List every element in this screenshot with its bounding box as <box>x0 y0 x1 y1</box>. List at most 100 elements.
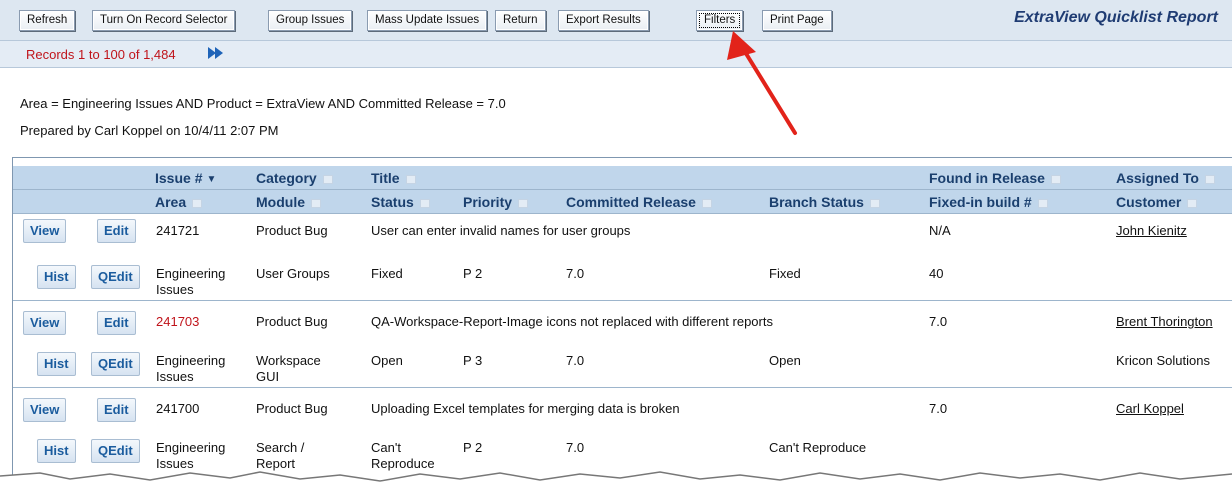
category-value: Product Bug <box>256 401 328 416</box>
issue-number[interactable]: 241703 <box>156 314 199 330</box>
col-branch-label: Branch Status <box>769 194 864 210</box>
group-issues-button[interactable]: Group Issues <box>268 10 353 31</box>
assigned-link[interactable]: Brent Thorington <box>1116 314 1213 330</box>
category-value: Product Bug <box>256 223 328 238</box>
sort-icon <box>405 174 416 184</box>
col-issue[interactable]: Issue # ▼ <box>155 170 216 186</box>
priority-value: P 3 <box>463 353 483 368</box>
filters-button[interactable]: Filters <box>696 10 744 31</box>
issue-record: View Edit 241700 Product Bug Uploading E… <box>13 388 1232 474</box>
toolbar: Refresh Turn On Record Selector Group Is… <box>0 0 1232 41</box>
module-value-l1: Search / <box>256 440 305 455</box>
col-priority-label: Priority <box>463 194 513 210</box>
col-issue-label: Issue # <box>155 170 203 186</box>
module-value-l2: GUI <box>256 369 280 384</box>
found-release-value: N/A <box>929 223 951 238</box>
title-value: QA-Workspace-Report-Image icons not repl… <box>371 314 773 329</box>
sort-icon <box>322 174 333 184</box>
refresh-button[interactable]: Refresh <box>19 10 76 31</box>
sort-icon <box>1037 198 1048 208</box>
record-selector-button[interactable]: Turn On Record Selector <box>92 10 236 31</box>
status-value: Open <box>371 353 403 368</box>
col-assigned[interactable]: Assigned To <box>1116 170 1215 186</box>
col-title[interactable]: Title <box>371 170 416 186</box>
hist-button[interactable]: Hist <box>37 439 76 463</box>
issue-number[interactable]: 241700 <box>156 401 199 417</box>
area-value-l1: Engineering <box>156 440 226 455</box>
col-assigned-label: Assigned To <box>1116 170 1199 186</box>
col-committed[interactable]: Committed Release <box>566 194 712 210</box>
committed-value: 7.0 <box>566 440 585 455</box>
view-button[interactable]: View <box>23 219 67 243</box>
hist-button[interactable]: Hist <box>37 265 76 289</box>
export-results-button[interactable]: Export Results <box>558 10 649 31</box>
qedit-button[interactable]: QEdit <box>91 352 140 376</box>
sort-icon <box>1050 174 1061 184</box>
col-category-label: Category <box>256 170 317 186</box>
records-count: Records 1 to 100 of 1,484 <box>26 47 176 62</box>
print-page-button[interactable]: Print Page <box>762 10 832 31</box>
col-status-label: Status <box>371 194 414 210</box>
committed-value: 7.0 <box>566 266 585 281</box>
report-title: ExtraView Quicklist Report <box>1014 9 1218 26</box>
col-fixed-build-label: Fixed-in build # <box>929 194 1032 210</box>
col-customer[interactable]: Customer <box>1116 194 1198 210</box>
issue-record: View Edit 241703 Product Bug QA-Workspac… <box>13 301 1232 388</box>
hist-button[interactable]: Hist <box>37 352 76 376</box>
col-customer-label: Customer <box>1116 194 1182 210</box>
col-fixed-build[interactable]: Fixed-in build # <box>929 194 1048 210</box>
priority-value: P 2 <box>463 266 483 281</box>
qedit-button[interactable]: QEdit <box>91 265 140 289</box>
priority-value: P 2 <box>463 440 483 455</box>
next-page-icon[interactable] <box>206 45 226 61</box>
module-value: User Groups <box>256 266 330 281</box>
edit-button[interactable]: Edit <box>97 398 136 422</box>
category-value: Product Bug <box>256 314 328 329</box>
issue-number[interactable]: 241721 <box>156 223 199 239</box>
header-row-2: Area Module Status Priority Committed Re… <box>13 190 1232 214</box>
edit-button[interactable]: Edit <box>97 219 136 243</box>
assigned-link[interactable]: Carl Koppel <box>1116 401 1184 417</box>
found-release-value: 7.0 <box>929 314 948 329</box>
issue-record: View Edit 241721 Product Bug User can en… <box>13 214 1232 301</box>
assigned-link[interactable]: John Kienitz <box>1116 223 1187 239</box>
area-value-l1: Engineering <box>156 266 226 281</box>
status-value: Fixed <box>371 266 403 281</box>
title-value: Uploading Excel templates for merging da… <box>371 401 680 416</box>
view-button[interactable]: View <box>23 311 67 335</box>
header-row-1: Issue # ▼ Category Title Found in Release… <box>13 166 1232 190</box>
col-found-label: Found in Release <box>929 170 1045 186</box>
sort-icon <box>1204 174 1215 184</box>
branch-status-value: Open <box>769 353 801 368</box>
module-value-l1: Workspace <box>256 353 321 368</box>
sort-icon <box>192 198 203 208</box>
fixed-build-value: 40 <box>929 266 944 281</box>
col-module[interactable]: Module <box>256 194 321 210</box>
return-button[interactable]: Return <box>495 10 546 31</box>
prepared-by: Prepared by Carl Koppel on 10/4/11 2:07 … <box>20 123 279 138</box>
col-category[interactable]: Category <box>256 170 333 186</box>
branch-status-value: Can't Reproduce <box>769 440 867 455</box>
col-status[interactable]: Status <box>371 194 430 210</box>
sort-desc-icon: ▼ <box>206 173 217 185</box>
mass-update-button[interactable]: Mass Update Issues <box>367 10 488 31</box>
sort-icon <box>869 198 880 208</box>
sort-icon <box>1187 198 1198 208</box>
area-value-l2: Issues <box>156 369 194 384</box>
col-area[interactable]: Area <box>155 194 203 210</box>
sort-icon <box>518 198 529 208</box>
col-found-release[interactable]: Found in Release <box>929 170 1061 186</box>
view-button[interactable]: View <box>23 398 67 422</box>
col-priority[interactable]: Priority <box>463 194 529 210</box>
col-branch-status[interactable]: Branch Status <box>769 194 880 210</box>
edit-button[interactable]: Edit <box>97 311 136 335</box>
committed-value: 7.0 <box>566 353 585 368</box>
found-release-value: 7.0 <box>929 401 948 416</box>
col-title-label: Title <box>371 170 400 186</box>
col-committed-label: Committed Release <box>566 194 696 210</box>
title-value: User can enter invalid names for user gr… <box>371 223 631 238</box>
col-module-label: Module <box>256 194 305 210</box>
area-value-l1: Engineering <box>156 353 226 368</box>
branch-status-value: Fixed <box>769 266 801 281</box>
qedit-button[interactable]: QEdit <box>91 439 140 463</box>
